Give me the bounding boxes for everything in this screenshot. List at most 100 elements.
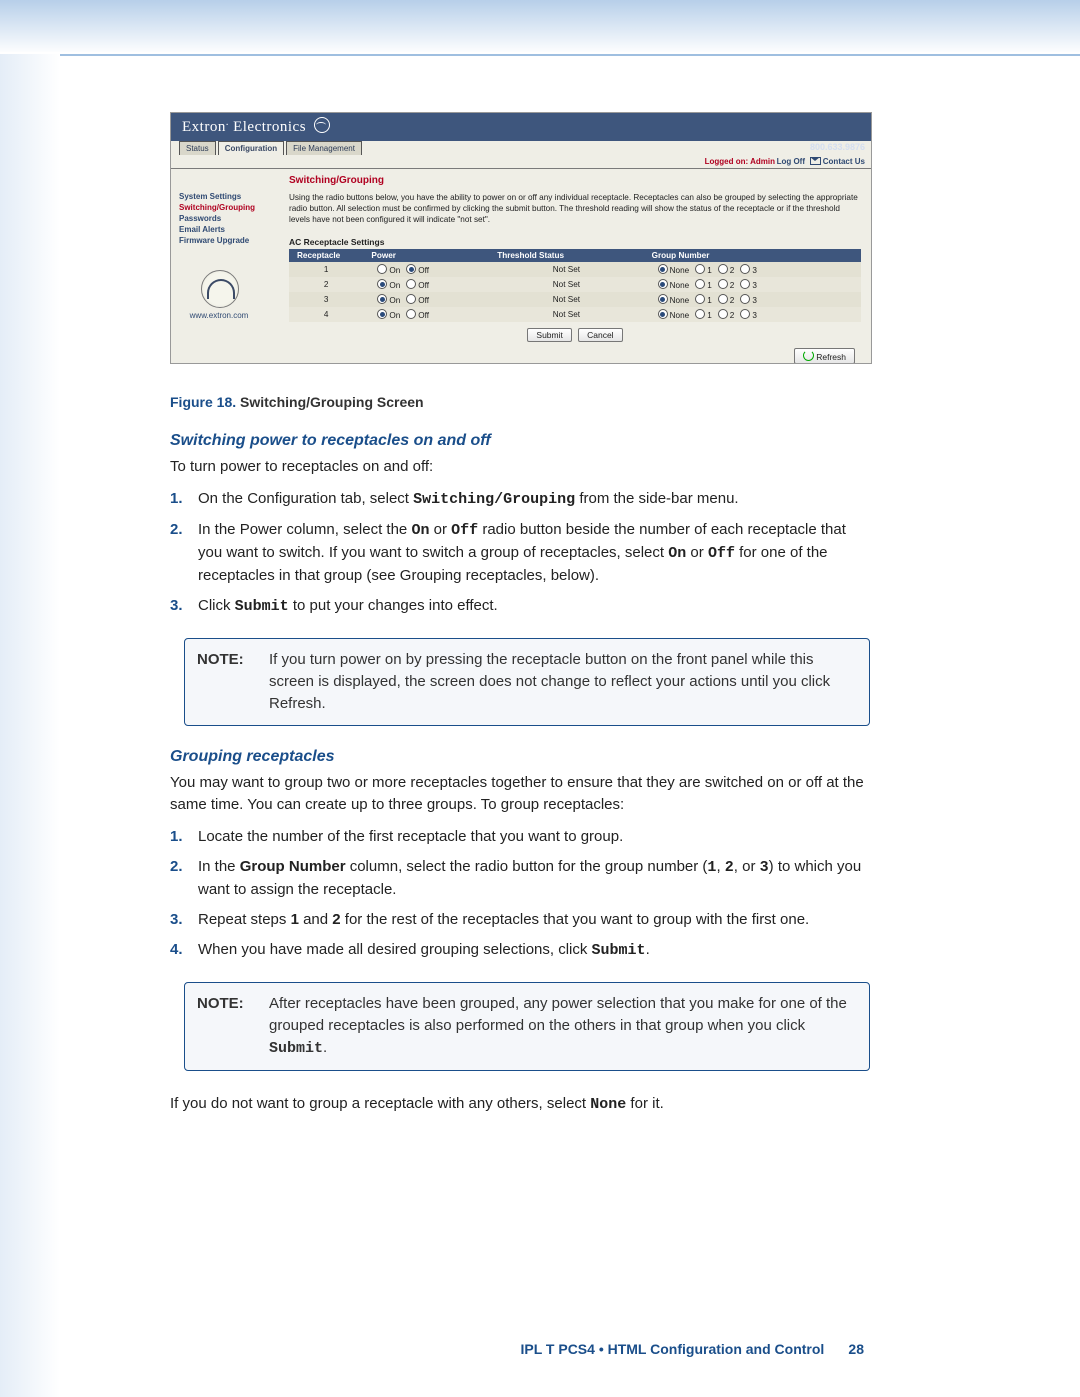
brand-text-1: Extron xyxy=(182,119,226,135)
cell-power: OnOff xyxy=(363,277,489,292)
t: Off xyxy=(451,522,478,539)
t: In the xyxy=(198,858,240,875)
power-off-radio[interactable] xyxy=(406,309,416,319)
group-none-radio[interactable] xyxy=(658,294,668,304)
t: 3 xyxy=(760,859,769,876)
t: On xyxy=(411,522,429,539)
cell-power: OnOff xyxy=(363,262,489,277)
sidebar-item-system-settings[interactable]: System Settings xyxy=(179,191,271,202)
page-header-gradient xyxy=(0,0,1080,56)
page-number: 28 xyxy=(836,1341,864,1357)
power-on-radio[interactable] xyxy=(377,264,387,274)
brand-logo: Extron. Electronics xyxy=(182,117,330,136)
group-none-radio[interactable] xyxy=(658,279,668,289)
group-2-radio[interactable] xyxy=(718,294,728,304)
logged-on-label: Logged on: Admin xyxy=(705,157,775,166)
cell-receptacle: 3 xyxy=(289,292,363,307)
group-2-radio[interactable] xyxy=(718,264,728,274)
group-3-radio[interactable] xyxy=(740,264,750,274)
cell-receptacle: 2 xyxy=(289,277,363,292)
t: and xyxy=(299,911,332,928)
refresh-button[interactable]: Refresh xyxy=(794,348,855,364)
step-1: Locate the number of the first receptacl… xyxy=(170,826,870,856)
table-row: 2OnOffNot SetNone123 xyxy=(289,277,861,292)
power-off-radio[interactable] xyxy=(406,264,416,274)
t: If you do not want to group a receptacle… xyxy=(170,1095,590,1112)
refresh-label: Refresh xyxy=(816,352,846,362)
cell-threshold: Not Set xyxy=(489,292,643,307)
t: Click xyxy=(198,597,235,614)
t: to put your changes into effect. xyxy=(289,597,498,614)
group-none-radio[interactable] xyxy=(658,264,668,274)
sidebar-item-email-alerts[interactable]: Email Alerts xyxy=(179,224,271,235)
contact-us-link[interactable]: Contact Us xyxy=(810,157,865,166)
sidebar-item-switching-grouping[interactable]: Switching/Grouping xyxy=(179,202,271,213)
main-panel: Switching/Grouping Using the radio butto… xyxy=(289,175,861,364)
t: , or xyxy=(734,858,760,875)
tab-configuration[interactable]: Configuration xyxy=(218,141,284,156)
power-on-radio[interactable] xyxy=(377,309,387,319)
t: Submit xyxy=(235,598,289,615)
section-2-steps: Locate the number of the first receptacl… xyxy=(170,826,870,970)
group-3-radio[interactable] xyxy=(740,309,750,319)
power-off-radio[interactable] xyxy=(406,294,416,304)
figure-caption: Figure 18. Switching/Grouping Screen xyxy=(170,394,870,410)
group-2-radio[interactable] xyxy=(718,279,728,289)
t: In the Power column, select the xyxy=(198,521,411,538)
t: Submit xyxy=(269,1040,323,1057)
content-column: Extron. Electronics Status Configuration… xyxy=(170,112,870,1126)
panel-title: Switching/Grouping xyxy=(289,175,861,186)
cell-group: None123 xyxy=(644,277,861,292)
step-2: In the Group Number column, select the r… xyxy=(170,856,870,909)
t: 2 xyxy=(332,911,340,928)
group-1-radio[interactable] xyxy=(695,294,705,304)
button-row: Submit Cancel xyxy=(289,328,861,342)
group-none-radio[interactable] xyxy=(658,309,668,319)
col-group: Group Number xyxy=(644,249,861,262)
tabbar: Status Configuration File Management xyxy=(179,141,364,156)
group-1-radio[interactable] xyxy=(695,309,705,319)
note-1: NOTE: If you turn power on by pressing t… xyxy=(184,638,870,726)
group-3-radio[interactable] xyxy=(740,279,750,289)
cell-threshold: Not Set xyxy=(489,262,643,277)
extron-seal-icon xyxy=(201,270,239,308)
note-label: NOTE: xyxy=(197,649,244,671)
group-2-radio[interactable] xyxy=(718,309,728,319)
t: for the rest of the receptacles that you… xyxy=(341,911,810,928)
t: . xyxy=(646,941,650,958)
tab-status[interactable]: Status xyxy=(179,141,216,156)
group-1-radio[interactable] xyxy=(695,264,705,274)
power-on-radio[interactable] xyxy=(377,294,387,304)
cell-threshold: Not Set xyxy=(489,277,643,292)
group-3-radio[interactable] xyxy=(740,294,750,304)
page-footer: IPL T PCS4 • HTML Configuration and Cont… xyxy=(521,1341,865,1357)
contact-us-label: Contact Us xyxy=(823,157,865,166)
col-receptacle: Receptacle xyxy=(289,249,363,262)
footer-text: IPL T PCS4 • HTML Configuration and Cont… xyxy=(521,1341,825,1357)
refresh-row: Refresh xyxy=(289,348,861,364)
logged-on-text: Logged on: xyxy=(705,157,749,166)
table-row: 1OnOffNot SetNone123 xyxy=(289,262,861,277)
power-off-radio[interactable] xyxy=(406,279,416,289)
table-title: AC Receptacle Settings xyxy=(289,237,861,247)
cancel-button[interactable]: Cancel xyxy=(578,328,622,342)
t: Group Number xyxy=(240,858,346,875)
sidebar-item-firmware-upgrade[interactable]: Firmware Upgrade xyxy=(179,235,271,246)
t: Off xyxy=(708,545,735,562)
submit-button[interactable]: Submit xyxy=(527,328,571,342)
t: , xyxy=(716,858,724,875)
logoff-link[interactable]: Log Off xyxy=(777,157,805,166)
sidebar-url[interactable]: www.extron.com xyxy=(179,310,259,321)
power-on-radio[interactable] xyxy=(377,279,387,289)
brand-icon xyxy=(314,117,330,133)
tab-file-management[interactable]: File Management xyxy=(286,141,362,156)
cell-power: OnOff xyxy=(363,307,489,322)
figure-number: Figure 18. xyxy=(170,394,240,410)
group-1-radio[interactable] xyxy=(695,279,705,289)
t: column, select the radio button for the … xyxy=(346,858,708,875)
cell-group: None123 xyxy=(644,292,861,307)
refresh-icon xyxy=(803,350,814,361)
logged-on-user: Admin xyxy=(750,157,775,166)
sidebar-item-passwords[interactable]: Passwords xyxy=(179,213,271,224)
note-label: NOTE: xyxy=(197,993,244,1015)
